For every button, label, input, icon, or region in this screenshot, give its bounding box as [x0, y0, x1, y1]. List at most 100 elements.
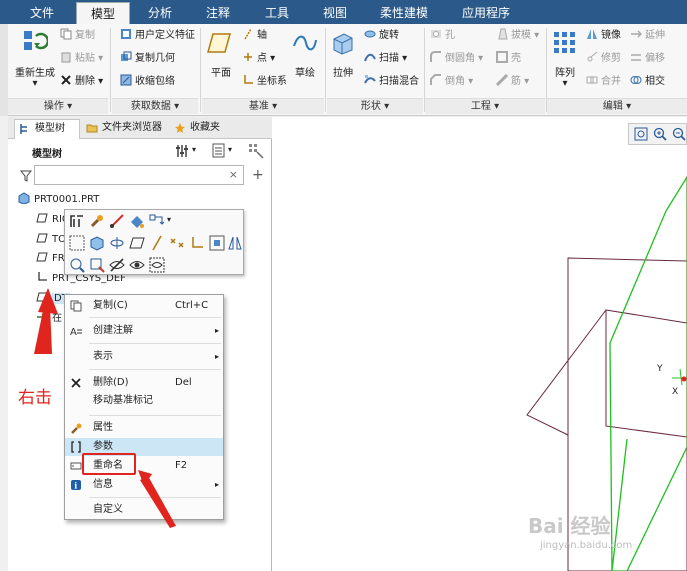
delete-label: 删除 [75, 76, 95, 87]
group-label-shapes[interactable]: 形状 ▾ [327, 98, 423, 114]
trim-button[interactable]: 修剪 [586, 51, 621, 67]
tree-item-datum-top[interactable]: TO [36, 232, 66, 248]
rib-button[interactable]: 筋 ▾ [496, 74, 529, 90]
tab-favorites[interactable]: 收藏夹 [170, 119, 230, 139]
copy-geometry-button[interactable]: 复制几何 [120, 51, 175, 67]
point-button[interactable]: 点 ▾ [242, 51, 275, 67]
group-label-engineering[interactable]: 工程 ▾ [425, 98, 545, 114]
csys-button[interactable]: 坐标系 [242, 74, 287, 90]
menu-item-create-annotation[interactable]: A 创建注解 ▸ [65, 322, 223, 340]
zoom-to-selected-icon[interactable] [69, 257, 85, 273]
sweep-button[interactable]: 扫描 ▾ [364, 51, 407, 67]
extrude-button[interactable]: 拉伸 [328, 64, 358, 79]
select-icon[interactable] [69, 235, 85, 251]
extrude-icon[interactable] [330, 29, 356, 55]
show-dropdown[interactable]: ▾ [228, 145, 232, 154]
tab-flexible-modeling[interactable]: 柔性建模 [368, 2, 440, 24]
plane-icon[interactable] [206, 30, 232, 56]
add-filter-icon[interactable]: + [252, 167, 264, 183]
tree-search-input[interactable]: × [34, 165, 244, 185]
menu-item-info[interactable]: i 信息 ▸ [65, 476, 223, 494]
measure-icon[interactable] [109, 213, 125, 229]
menu-item-properties[interactable]: 属性 [65, 419, 223, 437]
clear-search-icon[interactable]: × [229, 168, 238, 181]
axis-button[interactable]: 轴 [242, 28, 267, 44]
csys-origin [681, 376, 687, 382]
sketch-small-icon[interactable] [209, 235, 225, 251]
mirror-small-icon[interactable] [227, 235, 243, 251]
appearance-brush-icon[interactable] [89, 213, 105, 229]
offset-label: 偏移 [645, 53, 665, 64]
regenerate-button[interactable]: 重新生成 [14, 64, 56, 79]
revolve-small-icon[interactable] [109, 235, 125, 251]
tab-model[interactable]: 模型 [76, 2, 130, 24]
group-label-operations[interactable]: 操作 ▾ [8, 98, 108, 114]
show-columns-icon[interactable] [212, 143, 226, 159]
delete-button[interactable]: 删除 ▾ [60, 74, 103, 90]
tab-model-tree[interactable]: 模型树 [14, 119, 80, 139]
tab-tools[interactable]: 工具 [252, 2, 302, 24]
user-defined-feature-button[interactable]: 用户定义特征 [120, 28, 195, 44]
pattern-dropdown[interactable]: ▾ [560, 78, 570, 89]
tree-settings-dropdown[interactable]: ▾ [192, 145, 196, 154]
reference-viewer-icon[interactable] [149, 213, 165, 229]
show-icon[interactable] [129, 257, 145, 273]
annotation-icon: A [70, 327, 82, 337]
sketch-icon[interactable] [292, 30, 318, 56]
round-button[interactable]: 倒圆角 ▾ [430, 51, 483, 67]
datum-axis-small-icon[interactable] [149, 235, 165, 251]
graphics-window[interactable]: Y X [272, 117, 687, 571]
group-label-datum[interactable]: 基准 ▾ [202, 98, 324, 114]
mirror-label: 镜像 [601, 30, 621, 41]
hole-button[interactable]: 孔 [430, 28, 455, 44]
tab-folder-browser[interactable]: 文件夹浏览器 [82, 119, 168, 139]
menu-item-representation[interactable]: 表示 ▸ [65, 348, 223, 366]
menu-item-delete[interactable]: 删除(D) Del [65, 374, 223, 392]
tab-applications[interactable]: 应用程序 [450, 2, 522, 24]
datum-point-small-icon[interactable] [169, 235, 185, 251]
edit-definition-icon[interactable] [69, 213, 85, 229]
copy-button[interactable]: 复制 [60, 28, 95, 44]
tree-settings-icon[interactable] [176, 143, 190, 159]
menu-item-copy[interactable]: 复制(C) Ctrl+C [65, 297, 223, 315]
pattern-icon[interactable] [552, 30, 578, 56]
shell-button[interactable]: 壳 [496, 51, 521, 67]
group-label-get-data[interactable]: 获取数据 ▾ [112, 98, 198, 114]
solid-icon[interactable] [89, 235, 105, 251]
offset-button[interactable]: 偏移 [630, 51, 665, 67]
tab-analysis[interactable]: 分析 [134, 2, 186, 24]
tab-view[interactable]: 视图 [310, 2, 360, 24]
datum-plane-small-icon[interactable] [129, 235, 145, 251]
mirror-button[interactable]: 镜像 [586, 28, 621, 44]
tree-item-insert-here[interactable]: 在 [36, 311, 62, 327]
group-label-editing[interactable]: 编辑 ▾ [547, 98, 687, 114]
tree-item-part[interactable]: PRT0001.PRT [18, 192, 99, 208]
axis-label-y: Y [656, 364, 663, 374]
intersect-button[interactable]: 相交 [630, 74, 665, 90]
menu-item-customize[interactable]: 自定义 [65, 501, 223, 519]
hide-others-icon[interactable] [149, 257, 165, 273]
regenerate-dropdown[interactable]: ▾ [30, 78, 40, 89]
mini-toolbar-dropdown[interactable]: ▾ [167, 215, 171, 224]
filter-funnel-icon[interactable] [20, 170, 32, 182]
csys-small-icon[interactable] [189, 235, 205, 251]
merge-button[interactable]: 合并 [586, 74, 621, 90]
tree-filter-grid-icon[interactable] [248, 143, 264, 159]
regenerate-icon[interactable] [22, 28, 48, 54]
menu-item-move-datum-tag[interactable]: 移动基准标记 [65, 392, 223, 410]
shrinkwrap-button[interactable]: 收缩包络 [120, 74, 175, 90]
revolve-button[interactable]: 旋转 [364, 28, 399, 44]
extend-button[interactable]: 延伸 [630, 28, 665, 44]
plane-button[interactable]: 平面 [206, 64, 236, 79]
hide-icon[interactable] [109, 257, 125, 273]
color-fill-icon[interactable] [129, 213, 145, 229]
chamfer-button[interactable]: 倒角 ▾ [430, 74, 473, 90]
pattern-button[interactable]: 阵列 [550, 64, 580, 79]
paste-button[interactable]: 粘贴 ▾ [60, 51, 103, 67]
swept-blend-button[interactable]: 扫描混合 [364, 74, 419, 90]
tab-annotate[interactable]: 注释 [192, 2, 244, 24]
draft-button[interactable]: 拔模 ▾ [496, 28, 539, 44]
sketch-button[interactable]: 草绘 [290, 64, 320, 79]
orient-icon[interactable] [89, 257, 105, 273]
tab-file[interactable]: 文件 [18, 2, 66, 24]
